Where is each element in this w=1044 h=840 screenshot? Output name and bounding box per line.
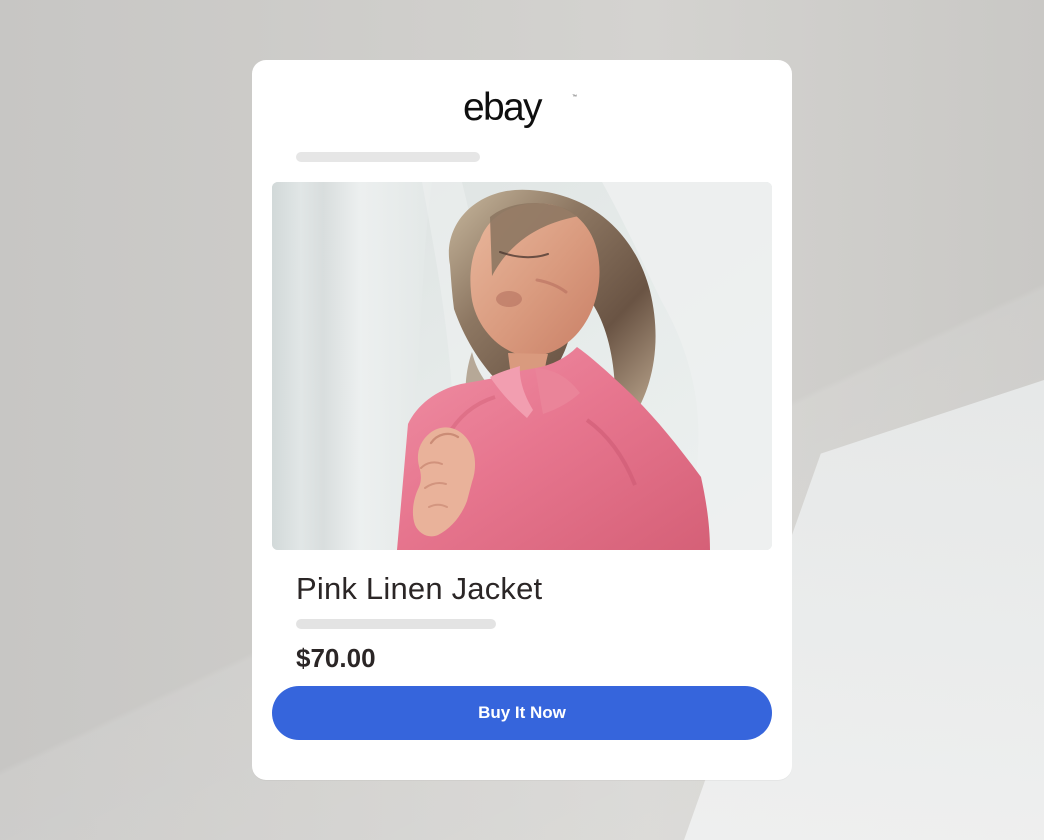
product-price: $70.00 — [296, 643, 376, 673]
product-title: Pink Linen Jacket — [296, 571, 543, 606]
svg-text:™: ™ — [572, 94, 577, 100]
placeholder-line — [296, 619, 496, 629]
ebay-logo: ebay ™ — [463, 86, 577, 129]
product-image[interactable] — [272, 182, 772, 550]
svg-text:ebay: ebay — [463, 86, 543, 129]
woman-in-pink-jacket-photo — [272, 182, 772, 550]
placeholder-line — [296, 152, 480, 162]
product-card: ebay ™ Pink Linen Jacket $70.00 Buy It N… — [252, 60, 792, 780]
brand-header: ebay ™ — [252, 84, 792, 136]
buy-it-now-button[interactable]: Buy It Now — [272, 686, 772, 740]
